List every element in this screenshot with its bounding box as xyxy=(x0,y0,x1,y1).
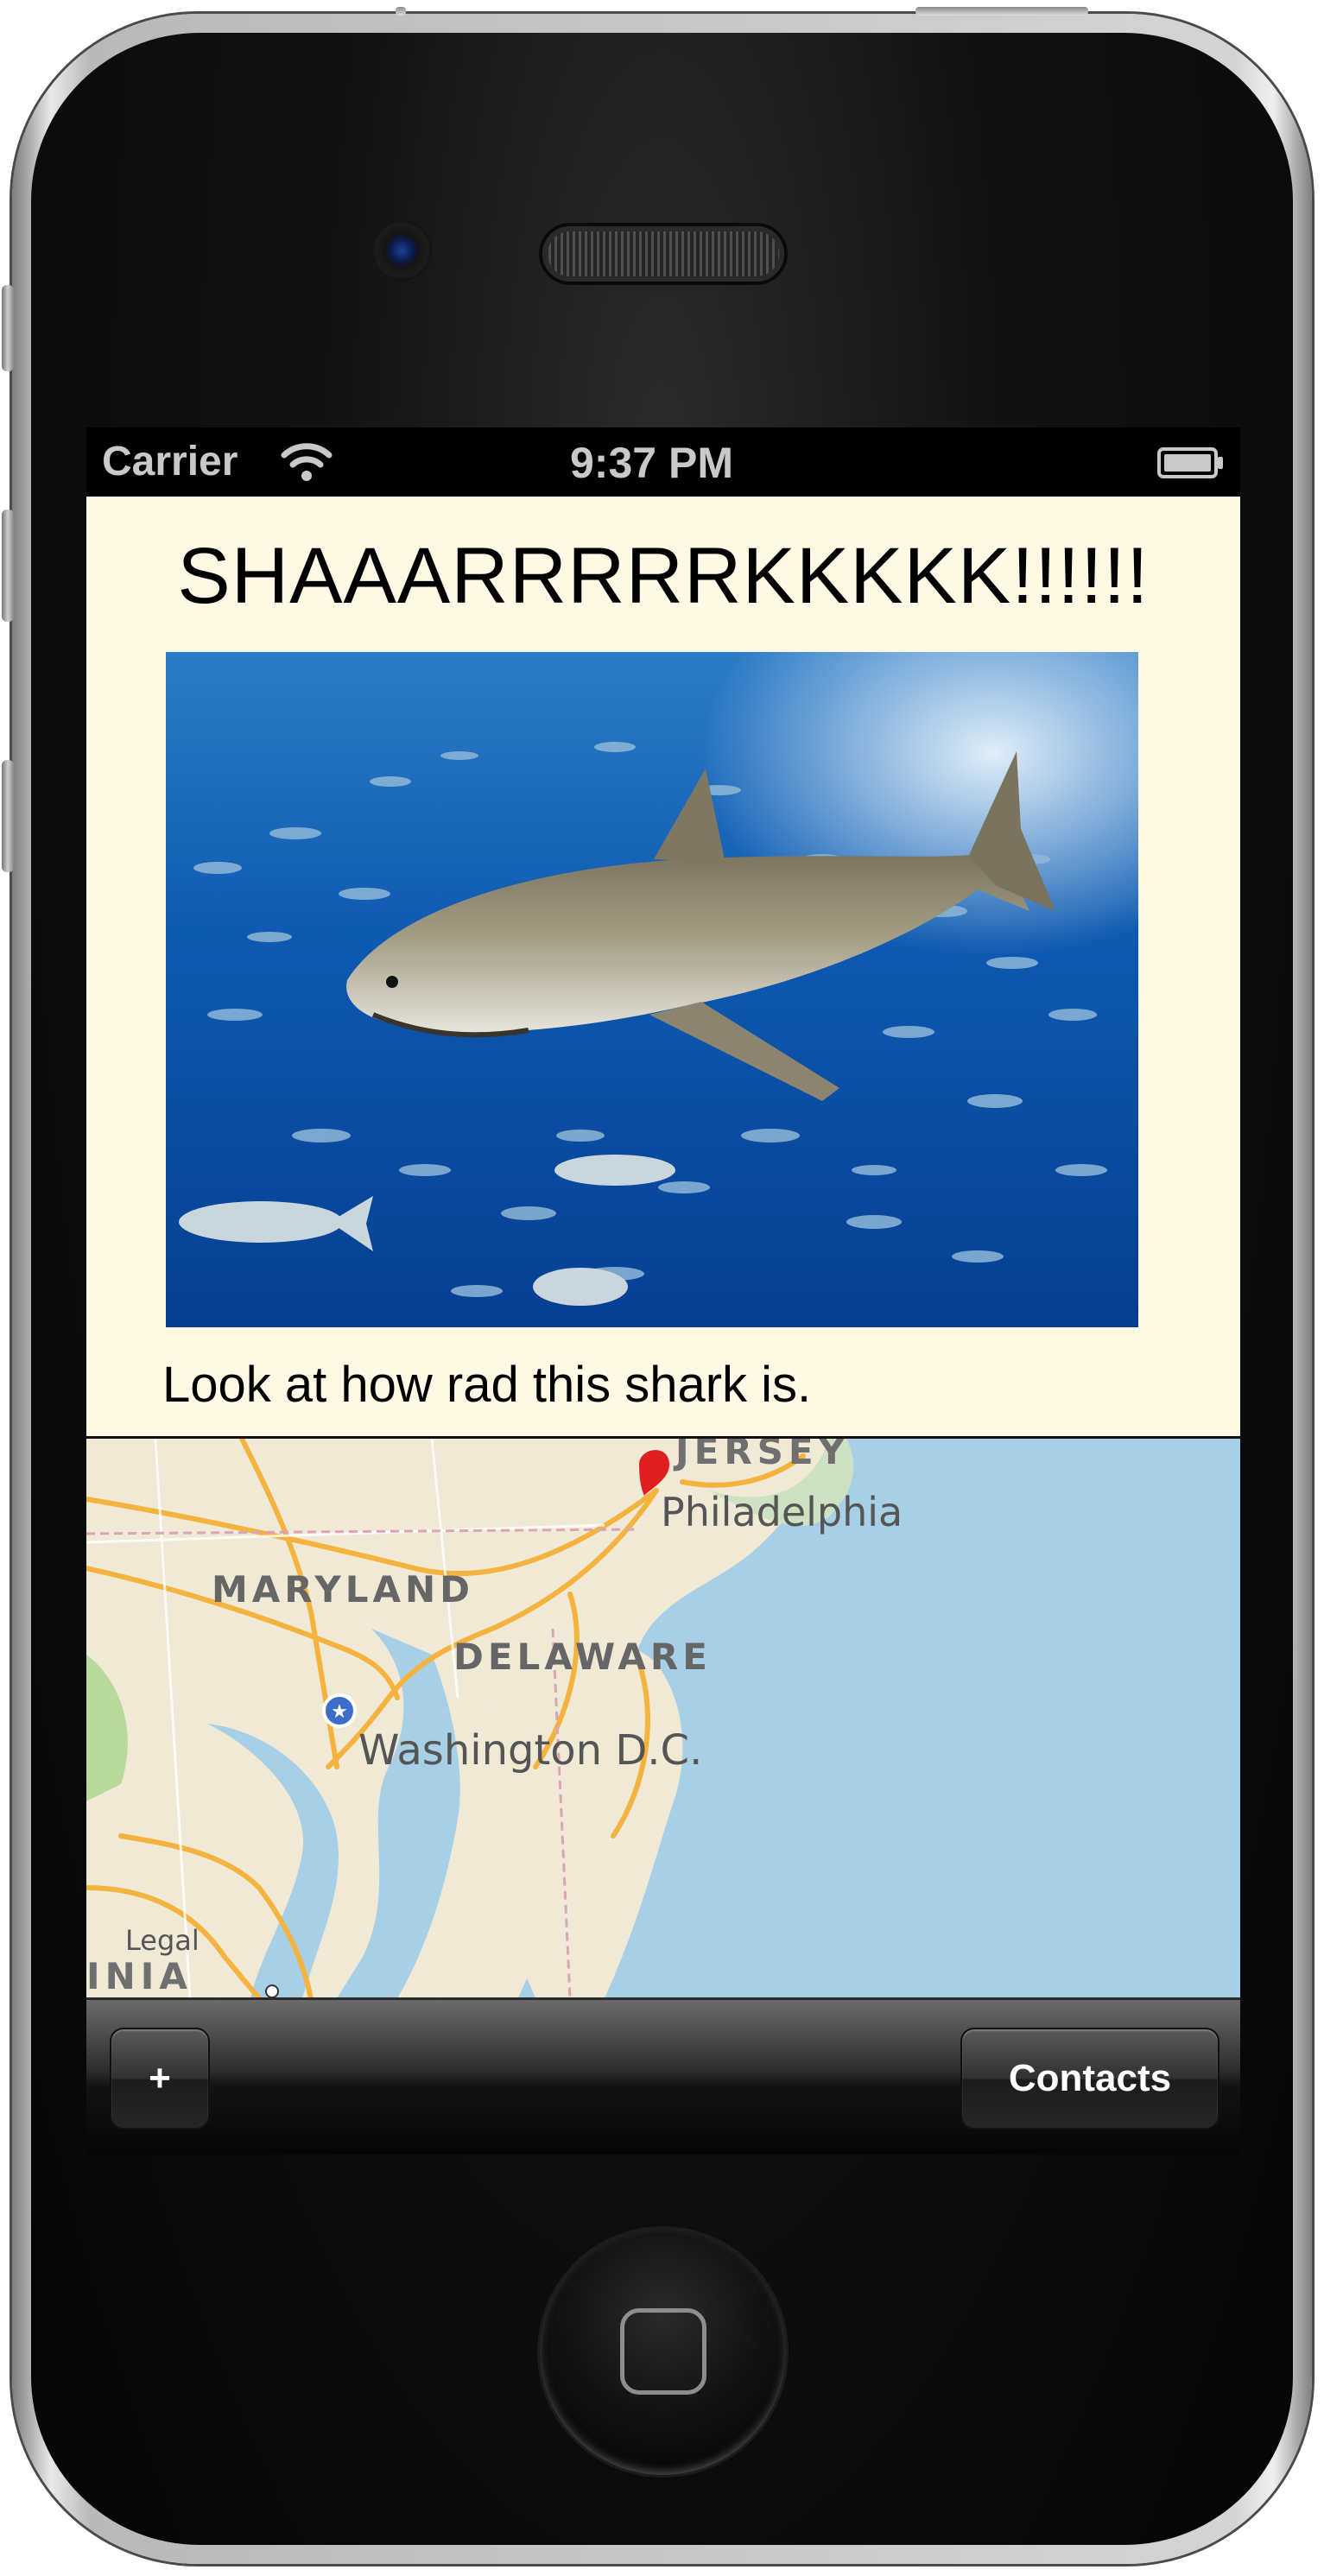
sleep-button xyxy=(915,7,1088,16)
map-label-delaware: DELAWARE xyxy=(453,1636,712,1678)
clock-label: 9:37 PM xyxy=(570,439,733,487)
contacts-button[interactable]: Contacts xyxy=(960,2028,1219,2130)
status-bar: Carrier 9:37 PM xyxy=(86,427,1240,497)
add-button[interactable]: + xyxy=(110,2028,210,2130)
screen: Carrier 9:37 PM SHAAARRRRRKKKKK!!!!!! Lo… xyxy=(86,427,1240,2155)
home-square-icon xyxy=(620,2308,706,2395)
map-label-jersey: JERSEY xyxy=(675,1436,851,1472)
camera-icon xyxy=(371,220,432,281)
map-label-washington: Washington D.C. xyxy=(358,1726,703,1775)
caption-text: Look at how rad this shark is. xyxy=(162,1357,812,1413)
volume-down-button xyxy=(2,760,14,872)
map-label-maryland: MARYLAND xyxy=(212,1568,475,1611)
map-label-partial-state: INIA xyxy=(86,1955,193,1997)
home-button[interactable] xyxy=(540,2229,786,2475)
map-legal-link[interactable]: Legal xyxy=(125,1924,200,1957)
speaker-grille xyxy=(542,226,784,282)
svg-text:★: ★ xyxy=(331,1701,348,1723)
map-view[interactable]: ★ JERSEY Philadelphia MARYLAND DELAWARE … xyxy=(86,1436,1240,1998)
carrier-label: Carrier xyxy=(102,439,238,484)
shark-photo xyxy=(166,652,1138,1327)
top-notch xyxy=(396,7,406,16)
mute-switch xyxy=(2,285,14,371)
battery-icon xyxy=(1157,447,1223,478)
page-title: SHAAARRRRRKKKKK!!!!!! xyxy=(177,532,1150,620)
content-view: SHAAARRRRRKKKKK!!!!!! Look at how rad th… xyxy=(86,497,1240,1436)
volume-up-button xyxy=(2,510,14,622)
wifi-icon xyxy=(281,443,333,481)
bottom-toolbar: + Contacts xyxy=(86,1997,1240,2155)
map-label-philadelphia: Philadelphia xyxy=(661,1489,903,1535)
